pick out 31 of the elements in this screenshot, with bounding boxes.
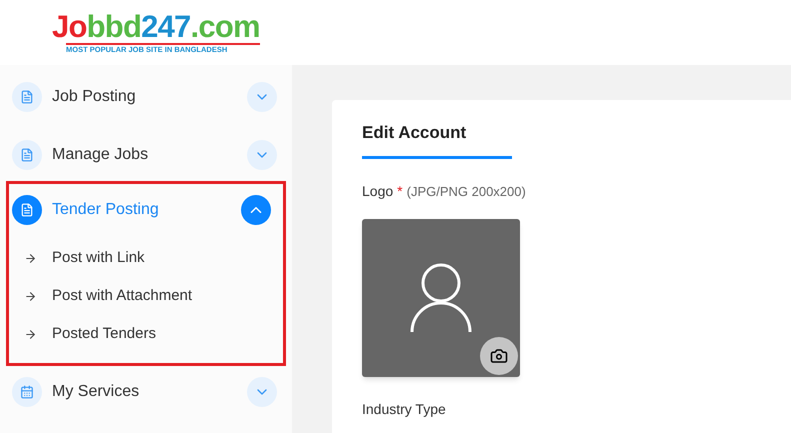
- arrow-right-icon: [24, 252, 37, 264]
- document-icon: [12, 195, 42, 225]
- calendar-icon: [12, 377, 42, 407]
- logo-upload-box[interactable]: [362, 218, 520, 376]
- arrow-right-icon: [24, 328, 37, 340]
- logo-text: .com: [190, 11, 260, 44]
- logo-text: Jo: [52, 11, 87, 44]
- logo-text: bbd: [86, 11, 142, 44]
- menu-label: Tender Posting: [52, 200, 159, 220]
- logo-text: 247: [141, 11, 191, 44]
- menu-label: Job Posting: [52, 87, 136, 107]
- submenu-link[interactable]: Post with Attachment: [52, 284, 192, 308]
- menu-item[interactable]: Job Posting: [0, 68, 292, 126]
- menu-label: My Services: [52, 382, 140, 402]
- field-hint: (JPG/PNG 200x200): [406, 182, 526, 201]
- arrow-right-icon: [24, 290, 37, 302]
- document-icon: [12, 82, 42, 112]
- field-label: Logo: [362, 182, 394, 201]
- menu-item[interactable]: My Services: [0, 363, 292, 421]
- required-mark: *: [397, 182, 403, 200]
- submenu-link[interactable]: Posted Tenders: [52, 322, 156, 346]
- menu-item[interactable]: Tender Posting: [0, 181, 286, 239]
- chevron-up-icon[interactable]: [241, 195, 271, 225]
- document-icon: [12, 140, 42, 170]
- submenu-link[interactable]: Post with Link: [52, 246, 145, 270]
- card-title: Edit Account: [362, 120, 512, 158]
- camera-icon[interactable]: [480, 336, 518, 374]
- menu-item[interactable]: Manage Jobs: [0, 126, 292, 184]
- field-label: Industry Type: [362, 400, 447, 419]
- menu-label: Manage Jobs: [52, 145, 148, 165]
- user-icon: [410, 262, 472, 332]
